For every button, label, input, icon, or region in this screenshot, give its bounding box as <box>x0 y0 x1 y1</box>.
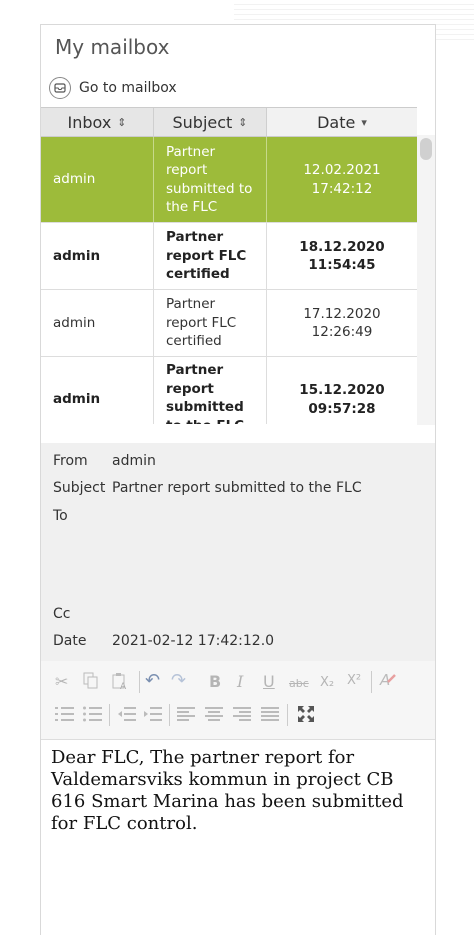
row-from: admin <box>41 223 154 289</box>
row-from: admin <box>41 357 154 424</box>
row-date: 12.02.2021 17:42:12 <box>267 137 417 222</box>
subject-label: Subject <box>53 480 106 496</box>
date-value: 2021-02-12 17:42:12.0 <box>112 633 275 649</box>
row-date-day: 17.12.2020 <box>303 305 381 322</box>
row-date-time: 09:57:28 <box>308 400 376 417</box>
sort-icon: ⇕ <box>117 115 127 129</box>
table-row[interactable]: admin Partner report FLC certified 18.12… <box>41 223 417 290</box>
row-from: admin <box>41 137 154 222</box>
row-from: admin <box>41 290 154 356</box>
sort-desc-icon: ▾ <box>361 115 367 129</box>
sort-icon: ⇕ <box>238 115 248 129</box>
paste-text-icon[interactable]: A <box>111 672 129 695</box>
subject-value: Partner report submitted to the FLC <box>112 480 362 496</box>
italic-icon[interactable]: I <box>237 672 243 692</box>
redo-icon[interactable]: ↷ <box>171 671 186 691</box>
row-date: 18.12.2020 11:54:45 <box>267 223 417 289</box>
row-date: 15.12.2020 09:57:28 <box>267 357 417 424</box>
underline-icon[interactable]: U <box>263 672 275 692</box>
inbox-header-label: Inbox <box>67 112 112 132</box>
table-header: Inbox ⇕ Subject ⇕ Date ▾ <box>41 107 417 137</box>
table-row[interactable]: admin Partner report submitted to the FL… <box>41 357 417 424</box>
decrease-indent-icon[interactable] <box>117 705 137 728</box>
from-label: From <box>53 453 88 469</box>
toolbar-separator <box>287 704 288 726</box>
widget-title: My mailbox <box>55 35 170 59</box>
date-column-header[interactable]: Date ▾ <box>267 108 417 136</box>
remove-format-icon[interactable]: A <box>379 670 397 695</box>
svg-text:A: A <box>120 682 127 690</box>
cut-icon[interactable]: ✂ <box>55 672 68 692</box>
message-body-editor[interactable]: Dear FLC, The partner report for Valdema… <box>51 747 427 835</box>
toolbar-separator <box>169 704 170 726</box>
row-subject: Partner report submitted to the FLC <box>154 357 267 424</box>
increase-indent-icon[interactable] <box>143 705 163 728</box>
scrollbar-thumb[interactable] <box>420 138 432 160</box>
row-date-time: 11:54:45 <box>308 257 376 273</box>
list-scrollbar[interactable] <box>417 135 435 425</box>
go-to-mailbox-label: Go to mailbox <box>79 80 177 96</box>
toolbar-separator <box>371 671 372 693</box>
toolbar-separator <box>139 671 140 693</box>
message-details: From admin Subject Partner report submit… <box>41 443 435 661</box>
editor-toolbar: ✂ A ↶ ↷ B I U abc X₂ X² A <box>41 661 435 740</box>
date-header-label: Date <box>317 112 356 132</box>
row-subject: Partner report FLC certified <box>154 223 267 289</box>
row-date: 17.12.2020 12:26:49 <box>267 290 417 356</box>
subject-column-header[interactable]: Subject ⇕ <box>154 108 267 136</box>
align-center-icon[interactable] <box>205 705 225 728</box>
mailbox-icon <box>49 77 71 99</box>
row-date-day: 18.12.2020 <box>299 238 385 255</box>
message-list: admin Partner report submitted to the FL… <box>41 137 417 424</box>
message-body-text: Dear FLC, The partner report for Valdema… <box>51 747 404 834</box>
row-date-time: 12:26:49 <box>311 324 373 340</box>
inbox-column-header[interactable]: Inbox ⇕ <box>41 108 154 136</box>
numbered-list-icon[interactable] <box>55 705 75 728</box>
row-date-day: 15.12.2020 <box>299 382 385 398</box>
table-row-selected[interactable]: admin Partner report submitted to the FL… <box>41 137 417 223</box>
subject-header-label: Subject <box>172 112 233 132</box>
undo-icon[interactable]: ↶ <box>145 671 160 691</box>
toolbar-separator <box>109 704 110 726</box>
mailbox-widget: My mailbox Go to mailbox Inbox ⇕ Subject… <box>40 24 436 935</box>
to-label: To <box>53 508 68 524</box>
row-date-time: 17:42:12 <box>311 180 373 197</box>
align-right-icon[interactable] <box>233 705 253 728</box>
bulleted-list-icon[interactable] <box>83 705 103 728</box>
strikethrough-icon[interactable]: abc <box>289 674 309 694</box>
go-to-mailbox-link[interactable]: Go to mailbox <box>49 77 177 99</box>
subscript-icon[interactable]: X₂ <box>320 673 334 693</box>
justify-icon[interactable] <box>261 705 281 728</box>
row-subject: Partner report FLC certified <box>154 290 267 356</box>
copy-icon[interactable] <box>83 672 99 695</box>
cc-label: Cc <box>53 606 71 622</box>
maximize-icon[interactable] <box>297 705 315 728</box>
bold-icon[interactable]: B <box>209 672 221 692</box>
superscript-icon[interactable]: X² <box>347 671 361 691</box>
row-date-day: 12.02.2021 <box>303 162 381 178</box>
align-left-icon[interactable] <box>177 705 197 728</box>
row-subject: Partner report submitted to the FLC <box>154 137 267 222</box>
from-value: admin <box>112 453 156 469</box>
date-label: Date <box>53 633 87 649</box>
table-row[interactable]: admin Partner report FLC certified 17.12… <box>41 290 417 357</box>
